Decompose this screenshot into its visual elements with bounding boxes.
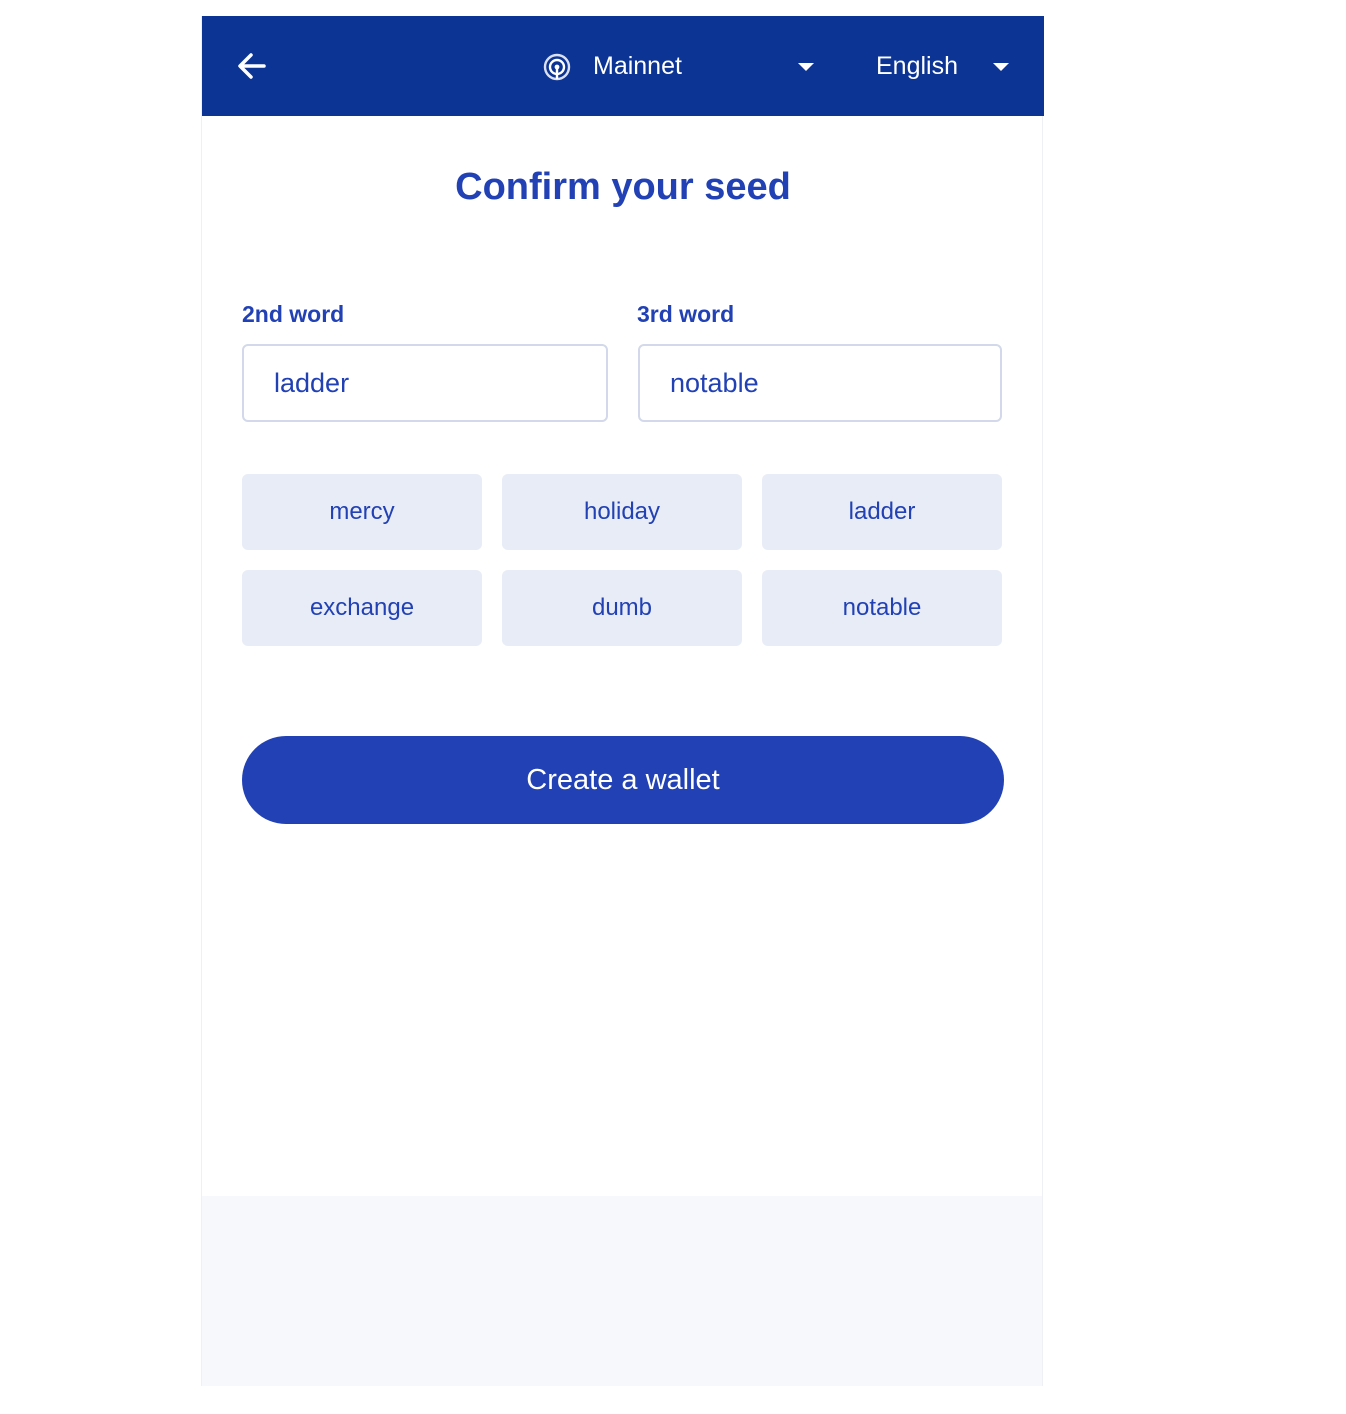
chevron-down-icon: [798, 63, 814, 71]
network-selector[interactable]: Mainnet: [542, 46, 822, 86]
create-wallet-button[interactable]: Create a wallet: [242, 736, 1004, 824]
word-option-button[interactable]: ladder: [762, 474, 1002, 550]
word-option-button[interactable]: dumb: [502, 570, 742, 646]
chevron-down-icon: [993, 63, 1009, 71]
word-option-button[interactable]: holiday: [502, 474, 742, 550]
top-bar: Mainnet English: [202, 16, 1044, 116]
app-window: Mainnet English Confirm your seed 2nd wo…: [201, 16, 1044, 1386]
language-selector[interactable]: English: [876, 46, 1026, 86]
back-button[interactable]: [234, 48, 270, 84]
arrow-left-icon: [238, 53, 266, 79]
footer-area: [202, 1196, 1042, 1386]
second-word-input[interactable]: [242, 344, 608, 422]
network-label: Mainnet: [593, 52, 682, 80]
page-title: Confirm your seed: [455, 166, 791, 208]
third-word-input[interactable]: [638, 344, 1002, 422]
signal-icon: [543, 53, 571, 81]
word-option-button[interactable]: notable: [762, 570, 1002, 646]
language-label: English: [876, 52, 958, 80]
word-option-button[interactable]: mercy: [242, 474, 482, 550]
word-option-button[interactable]: exchange: [242, 570, 482, 646]
second-word-label: 2nd word: [242, 301, 345, 327]
third-word-label: 3rd word: [637, 301, 735, 327]
